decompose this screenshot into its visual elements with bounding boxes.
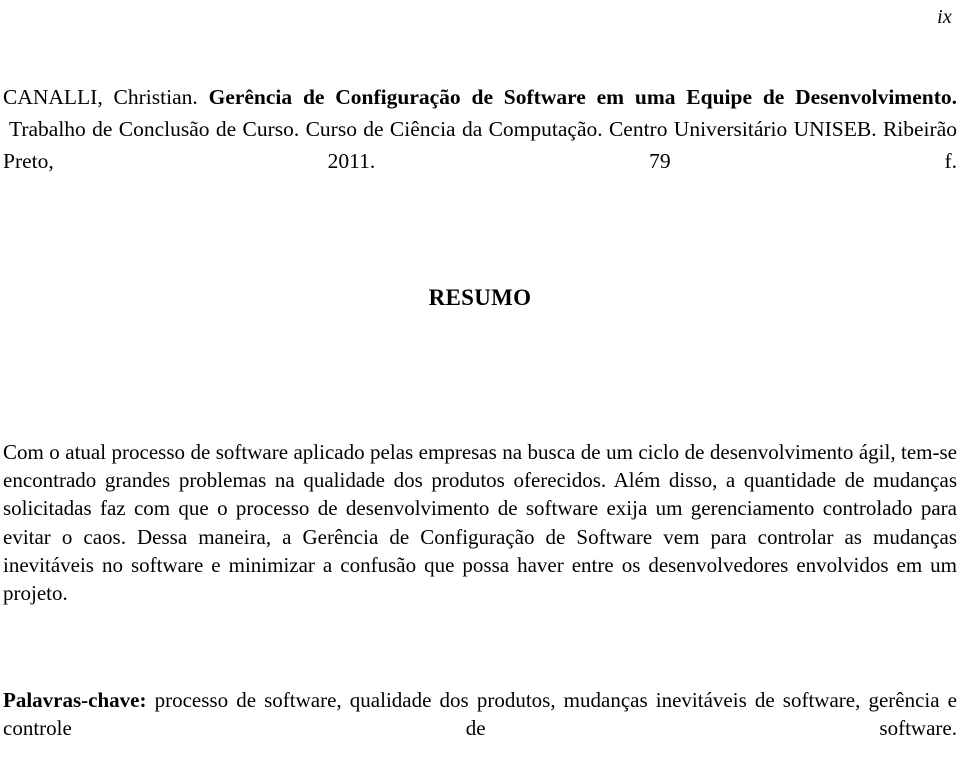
keywords-label: Palavras-chave: [3,688,147,712]
citation-details: Trabalho de Conclusão de Curso. Curso de… [3,116,957,173]
bibliographic-citation: CANALLI, Christian. Gerência de Configur… [3,81,957,209]
citation-author: CANALLI, Christian. [3,84,198,109]
document-page: ix CANALLI, Christian. Gerência de Confi… [0,0,960,740]
keywords-block: Palavras-chave: processo de software, qu… [3,686,957,771]
page-number: ix [937,6,952,28]
page-title: RESUMO [428,285,532,311]
abstract-body: Com o atual processo de software aplicad… [3,440,957,606]
citation-title: Gerência de Configuração de Software em … [208,84,957,109]
